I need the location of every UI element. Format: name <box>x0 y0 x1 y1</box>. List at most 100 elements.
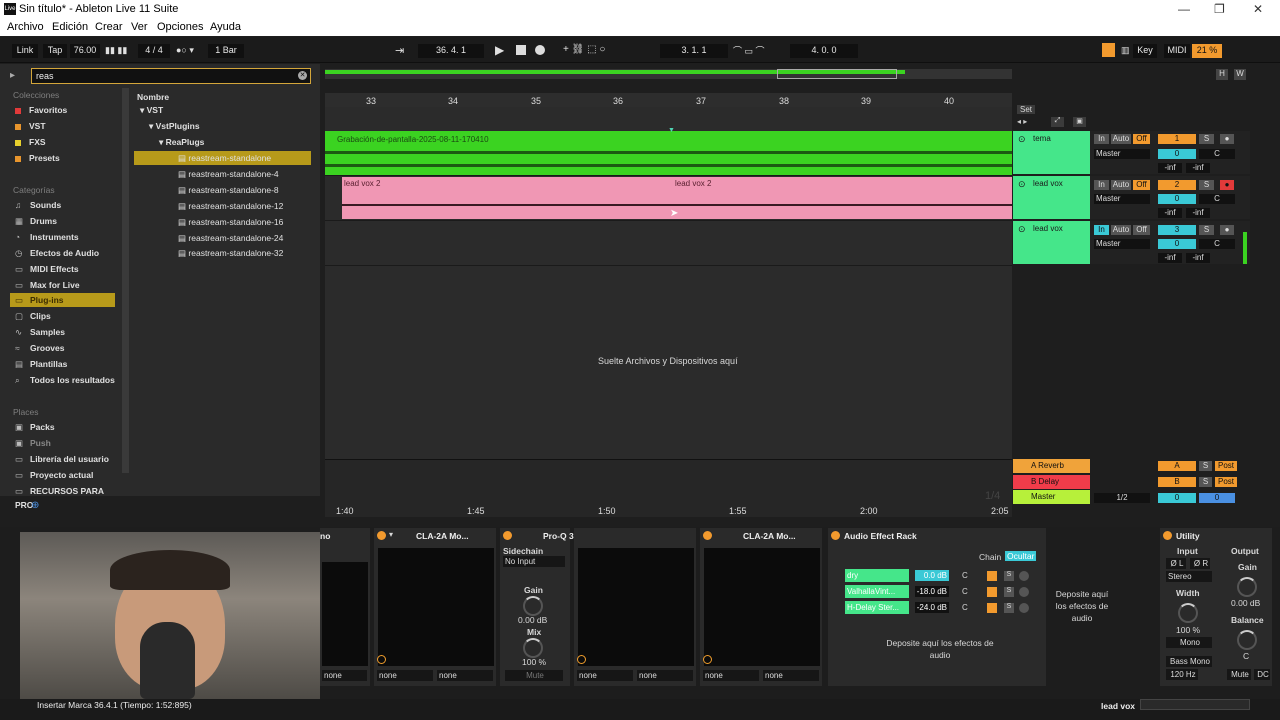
tap-button[interactable]: Tap <box>43 44 67 58</box>
chain-h-delay[interactable]: H-Delay Ster... <box>845 601 909 614</box>
track-header-lead-vox[interactable]: ⊙ lead vox <box>1013 176 1090 219</box>
quantize-select[interactable]: 1 Bar <box>208 44 244 58</box>
input-in-button[interactable]: In <box>1094 134 1109 144</box>
mute-button[interactable]: Mute <box>505 670 563 681</box>
overdub-icon[interactable]: + ⛓ ⬚ ○ <box>563 44 605 55</box>
output-gain-knob[interactable] <box>1237 577 1257 597</box>
chain-volume[interactable]: -24.0 dB <box>915 602 949 613</box>
arm-button[interactable]: ● <box>1220 225 1234 235</box>
solo-button[interactable]: S <box>1199 134 1214 144</box>
collection-vst[interactable]: VST <box>15 119 120 133</box>
chain-activator-icon[interactable] <box>987 571 997 581</box>
category-plantillas[interactable]: ▤ Plantillas <box>15 357 120 371</box>
pan-field[interactable]: C <box>1199 239 1235 249</box>
loop-switch-icon[interactable]: ⌒ ▭ ⌒ <box>733 44 765 57</box>
category-sounds[interactable]: ♫ Sounds <box>15 198 120 212</box>
master-pan[interactable]: 0 <box>1199 493 1235 503</box>
chain-solo-button[interactable]: S <box>1004 603 1014 613</box>
chain-pan[interactable]: C <box>962 603 968 612</box>
time-ruler[interactable] <box>325 503 1012 517</box>
pan-field[interactable]: C <box>1199 149 1235 159</box>
collection-favoritos[interactable]: Favoritos <box>15 103 120 117</box>
plugin-edit-icon[interactable] <box>577 655 586 664</box>
play-icon[interactable]: ▶ <box>495 43 504 57</box>
loop-length-field[interactable]: 4. 0. 0 <box>790 44 858 58</box>
w-view-button[interactable]: W <box>1234 69 1246 80</box>
device-select[interactable]: none <box>703 670 759 681</box>
collection-presets[interactable]: Presets <box>15 151 120 165</box>
post-button[interactable]: Post <box>1215 477 1237 487</box>
name-heading[interactable]: Nombre <box>137 90 169 104</box>
minimize-icon[interactable]: — <box>1178 2 1190 16</box>
track-overview[interactable] <box>1140 699 1250 710</box>
tree-vst[interactable]: ▾ VST <box>140 103 163 117</box>
return-b-activator[interactable]: B <box>1158 477 1196 487</box>
plugin-item[interactable]: ▤ reastream-standalone-24 <box>178 231 283 245</box>
gain-value[interactable]: 0.00 dB <box>518 615 547 625</box>
volume-field[interactable]: 0 <box>1158 194 1196 204</box>
plugin-item-selected[interactable]: ▤ reastream-standalone <box>134 151 311 165</box>
lock-icon[interactable]: ▣ <box>1073 117 1086 127</box>
master-volume[interactable]: 0 <box>1158 493 1196 503</box>
track-header-tema[interactable]: ⊙ tema <box>1013 131 1090 174</box>
place-push[interactable]: ▣ Push <box>15 436 120 450</box>
chain-pan[interactable]: C <box>962 571 968 580</box>
set-button[interactable]: Set <box>1017 105 1036 114</box>
key-map-button[interactable]: Key <box>1133 44 1157 58</box>
device-select[interactable]: none <box>637 670 693 681</box>
pan-field[interactable]: C <box>1199 194 1235 204</box>
collection-fxs[interactable]: FXS <box>15 135 120 149</box>
input-auto-button[interactable]: Auto <box>1111 225 1131 235</box>
mono-button[interactable]: Mono <box>1166 637 1212 648</box>
plugin-item[interactable]: ▤ reastream-standalone-4 <box>178 167 279 181</box>
midi-map-button[interactable]: MIDI <box>1164 44 1190 58</box>
category-clips[interactable]: ▢ Clips <box>15 309 120 323</box>
place-recursos[interactable]: ▭ RECURSOS PARA PRO <box>15 484 120 510</box>
menu-archivo[interactable]: Archivo <box>7 21 44 33</box>
fold-icon[interactable]: ⊙ <box>1018 179 1026 190</box>
metronome-icon[interactable]: ●○ ▾ <box>176 45 194 56</box>
input-auto-button[interactable]: Auto <box>1111 180 1131 190</box>
mix-knob[interactable] <box>523 638 543 658</box>
volume-field[interactable]: 0 <box>1158 239 1196 249</box>
power-icon[interactable] <box>703 531 712 540</box>
maximize-icon[interactable]: ❐ <box>1214 2 1225 16</box>
record-icon[interactable] <box>535 45 545 55</box>
master-div-select[interactable]: 1/2 <box>1094 493 1150 503</box>
locator-nav-icon[interactable]: ◂ ▸ <box>1017 117 1027 126</box>
hide-chain-button[interactable]: Ocultar <box>1005 551 1037 561</box>
power-icon[interactable] <box>831 531 840 540</box>
category-max-for-live[interactable]: ▭ Max for Live <box>15 278 120 292</box>
mix-value[interactable]: 100 % <box>522 657 546 667</box>
utility-mute-button[interactable]: Mute <box>1227 669 1251 680</box>
tree-reaplugs[interactable]: ▾ ReaPlugs <box>159 135 204 149</box>
solo-button[interactable]: S <box>1199 477 1212 487</box>
clear-search-icon[interactable]: ✕ <box>298 71 307 80</box>
h-view-button[interactable]: H <box>1216 69 1228 80</box>
balance-value[interactable]: C <box>1243 651 1249 661</box>
menu-ayuda[interactable]: Ayuda <box>210 21 241 33</box>
width-knob[interactable] <box>1178 603 1198 623</box>
bass-mono-button[interactable]: Bass Mono <box>1166 656 1212 667</box>
plugin-edit-icon[interactable] <box>377 655 386 664</box>
return-track-a-reverb[interactable]: A Reverb <box>1013 459 1090 473</box>
balance-knob[interactable] <box>1237 630 1257 650</box>
chain-activator-icon[interactable] <box>987 587 997 597</box>
solo-button[interactable]: S <box>1199 461 1212 471</box>
place-packs[interactable]: ▣ Packs <box>15 420 120 434</box>
keyboard-icon[interactable]: ▥ <box>1121 45 1130 56</box>
category-audio-effects[interactable]: ◷ Efectos de Audio <box>15 246 120 260</box>
tree-vstplugins[interactable]: ▾ VstPlugins <box>149 119 200 133</box>
output-routing-select[interactable]: Master <box>1094 149 1150 159</box>
nudge-icon[interactable]: ▮▮ ▮▮ <box>105 45 127 56</box>
channel-mode-select[interactable]: Stereo <box>1166 571 1212 582</box>
input-auto-button[interactable]: Auto <box>1111 134 1131 144</box>
chain-valhalla[interactable]: ValhallaVint... <box>845 585 909 598</box>
power-icon[interactable] <box>1163 531 1172 540</box>
chain-pan[interactable]: C <box>962 587 968 596</box>
device-select[interactable]: none <box>763 670 819 681</box>
category-samples[interactable]: ∿ Samples <box>15 325 120 339</box>
tempo-field[interactable]: 76.00 <box>70 44 100 58</box>
phase-right-button[interactable]: Ø R <box>1190 558 1210 569</box>
arm-button[interactable]: ● <box>1220 134 1234 144</box>
